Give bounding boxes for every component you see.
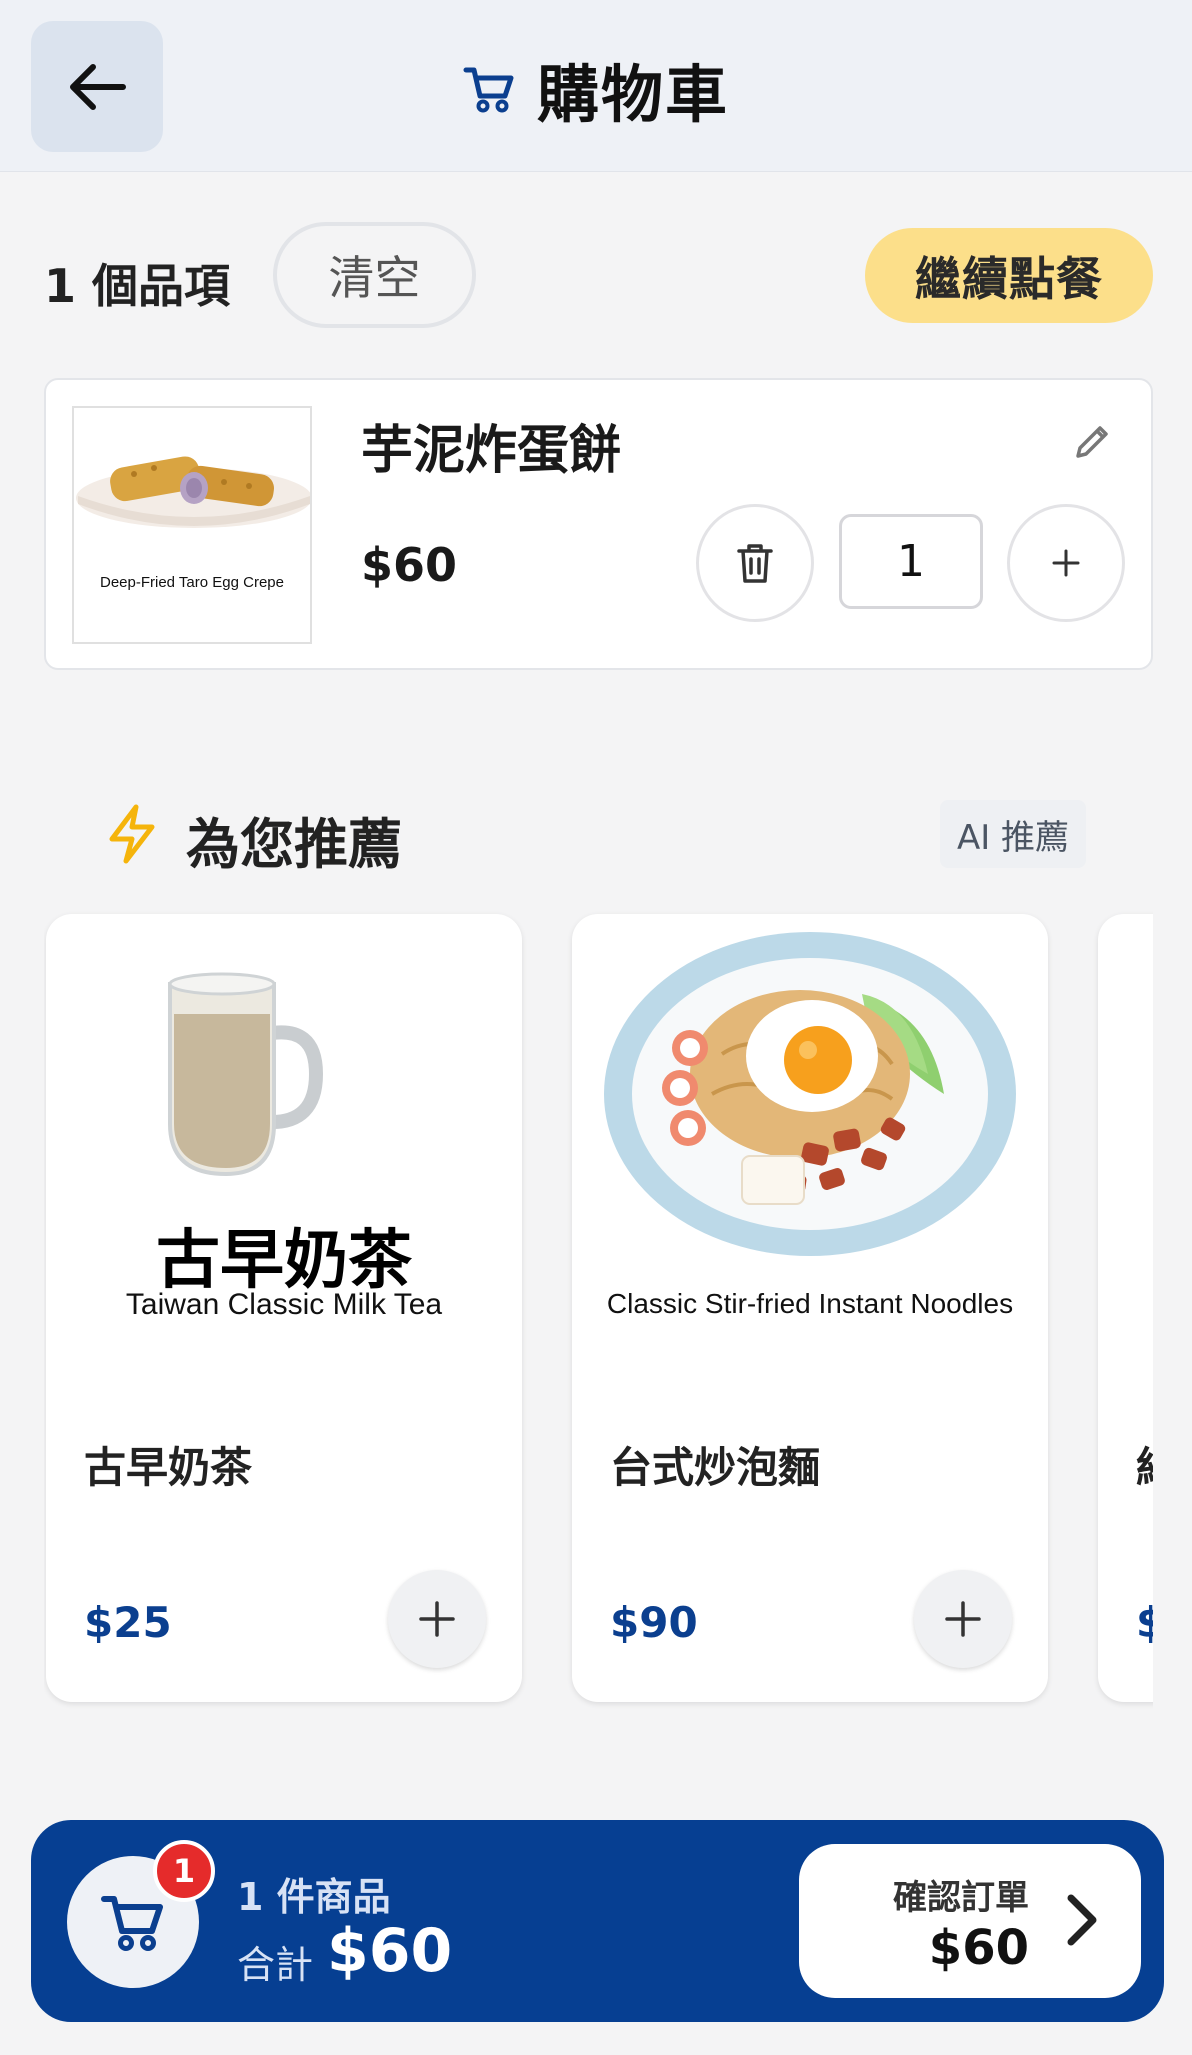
confirm-order-button[interactable]: 確認訂單 $60 (799, 1844, 1141, 1998)
cart-item-name: 芋泥炸蛋餅 (361, 421, 622, 481)
recommendation-name: 台式炒泡麵 (610, 1443, 821, 1492)
edit-item-button[interactable] (1066, 416, 1118, 468)
milk-tea-image-label-en: Taiwan Classic Milk Tea (125, 1288, 443, 1321)
recommendation-image: 古早奶茶 Taiwan Classic Milk Tea (46, 924, 522, 1324)
cart-item-image: Deep-Fried Taro Egg Crepe (72, 406, 312, 644)
page-title: 購物車 (0, 44, 1192, 134)
cart-item-card: Deep-Fried Taro Egg Crepe 芋泥炸蛋餅 $60 1 (44, 378, 1153, 670)
cart-count-badge: 1 (153, 1840, 215, 1902)
plus-icon (945, 1601, 981, 1637)
continue-ordering-button[interactable]: 繼續點餐 (865, 228, 1153, 323)
recommendations-title: 為您推薦 (186, 813, 402, 876)
clear-cart-button[interactable]: 清空 (273, 222, 476, 328)
pencil-icon (1076, 426, 1108, 458)
summary-total-label: 合計 (237, 1943, 314, 1987)
cart-item-image-caption: Deep-Fried Taro Egg Crepe (100, 574, 284, 591)
milk-tea-illustration (168, 972, 324, 1177)
recommendation-price: $ (1136, 1598, 1153, 1647)
recommendation-image: Classic Stir-fried Instant Noodles (572, 924, 1048, 1324)
add-to-cart-button[interactable] (388, 1570, 486, 1668)
recommendation-card[interactable]: 古早奶茶 Taiwan Classic Milk Tea 古早奶茶 $25 (46, 914, 522, 1702)
confirm-order-label: 確認訂單 (893, 1878, 1029, 1918)
recommendations-carousel[interactable]: 古早奶茶 Taiwan Classic Milk Tea 古早奶茶 $25 Cl… (44, 910, 1153, 1710)
chevron-right-icon (1051, 1890, 1111, 1950)
recommendation-name: 古早奶茶 (84, 1443, 253, 1492)
cart-item-price: $60 (361, 538, 458, 592)
quantity-field[interactable]: 1 (839, 514, 983, 609)
recommendation-price: $25 (84, 1598, 172, 1647)
add-to-cart-button[interactable] (914, 1570, 1012, 1668)
recommendation-price: $90 (610, 1598, 698, 1647)
cart-icon (463, 67, 514, 113)
trash-icon (737, 544, 773, 583)
recommendation-card[interactable]: Classic Stir-fried Instant Noodles 台式炒泡麵… (572, 914, 1048, 1702)
ai-recommend-badge: AI 推薦 (940, 800, 1086, 868)
delete-item-button[interactable] (696, 504, 814, 622)
recommendation-card[interactable]: 紹 $ (1098, 914, 1153, 1702)
plus-icon (1052, 549, 1080, 577)
checkout-bar: 1 1 件商品 合計 $60 確認訂單 $60 (31, 1820, 1164, 2022)
summary-item-count: 1 件商品 (237, 1875, 391, 1919)
page-title-text: 購物車 (536, 58, 729, 131)
noodles-image-label-en: Classic Stir-fried Instant Noodles (606, 1288, 1014, 1319)
confirm-order-price: $60 (928, 1920, 1029, 1976)
recommendation-name: 紹 (1136, 1434, 1153, 1495)
cart-item-count: 1 個品項 (44, 259, 231, 313)
taro-crepe-illustration (76, 456, 310, 528)
increase-quantity-button[interactable] (1007, 504, 1125, 622)
cart-icon (101, 1896, 163, 1951)
summary-total-value: $60 (327, 1916, 453, 1986)
lightning-icon (109, 804, 155, 864)
plus-icon (419, 1601, 455, 1637)
stir-fried-noodles-illustration (604, 932, 1016, 1256)
app-header: 購物車 (0, 0, 1192, 172)
